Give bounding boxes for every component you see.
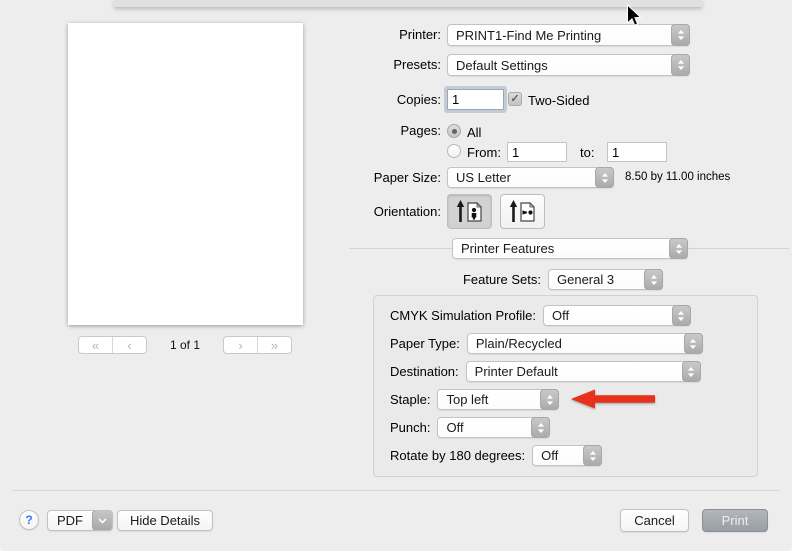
pager-back-control[interactable]: « ‹ bbox=[78, 336, 147, 354]
pages-from-radio[interactable] bbox=[447, 144, 461, 158]
staple-value: Top left bbox=[438, 390, 541, 409]
pages-to-input[interactable] bbox=[607, 142, 667, 162]
presets-popup[interactable]: Default Settings bbox=[447, 54, 690, 76]
print-dialog: « ‹ 1 of 1 › » Printer: PRINT1-Find Me P… bbox=[0, 0, 792, 551]
panel-selector-value: Printer Features bbox=[453, 239, 670, 258]
stepper-icon bbox=[672, 305, 691, 326]
last-page-button[interactable]: » bbox=[258, 337, 291, 353]
presets-popup-value: Default Settings bbox=[448, 55, 672, 75]
copies-input[interactable] bbox=[447, 89, 504, 110]
stepper-icon bbox=[671, 24, 690, 46]
printer-popup-value: PRINT1-Find Me Printing bbox=[448, 25, 672, 45]
paper-type-row: Paper Type: Plain/Recycled bbox=[390, 333, 703, 354]
stepper-icon bbox=[682, 361, 701, 382]
footer-divider bbox=[12, 490, 780, 491]
orientation-label: Orientation: bbox=[0, 201, 441, 223]
punch-popup[interactable]: Off bbox=[437, 417, 550, 438]
staple-popup[interactable]: Top left bbox=[437, 389, 559, 410]
stepper-icon bbox=[644, 269, 663, 290]
stepper-icon bbox=[671, 54, 690, 76]
orientation-portrait-button[interactable] bbox=[447, 194, 492, 229]
destination-label: Destination: bbox=[390, 364, 459, 379]
paper-dimensions-text: 8.50 by 11.00 inches bbox=[625, 167, 730, 188]
feature-sets-label: Feature Sets: bbox=[0, 269, 541, 290]
hide-details-button[interactable]: Hide Details bbox=[117, 510, 213, 531]
rotate-180-row: Rotate by 180 degrees: Off bbox=[390, 445, 602, 466]
printer-popup[interactable]: PRINT1-Find Me Printing bbox=[447, 24, 690, 46]
pdf-menu-label: PDF bbox=[48, 511, 92, 530]
stepper-icon bbox=[531, 417, 550, 438]
pager-forward-control[interactable]: › » bbox=[223, 336, 292, 354]
cmyk-simulation-label: CMYK Simulation Profile: bbox=[390, 308, 536, 323]
presets-label: Presets: bbox=[0, 54, 441, 76]
check-icon: ✓ bbox=[510, 94, 519, 105]
paper-size-label: Paper Size: bbox=[0, 167, 441, 189]
two-sided-label: Two-Sided bbox=[528, 93, 589, 108]
rotate-180-value: Off bbox=[533, 446, 584, 465]
punch-value: Off bbox=[438, 418, 532, 437]
stepper-icon bbox=[595, 167, 614, 188]
pages-all-radio[interactable] bbox=[447, 124, 461, 138]
feature-sets-popup-value: General 3 bbox=[549, 270, 645, 289]
page-indicator: 1 of 1 bbox=[147, 338, 223, 352]
stepper-icon bbox=[669, 238, 688, 259]
next-page-button[interactable]: › bbox=[224, 337, 258, 353]
copies-label: Copies: bbox=[0, 89, 441, 111]
cmyk-simulation-row: CMYK Simulation Profile: Off bbox=[390, 305, 691, 326]
paper-type-label: Paper Type: bbox=[390, 336, 460, 351]
stepper-icon bbox=[583, 445, 602, 466]
help-button[interactable]: ? bbox=[19, 510, 39, 530]
punch-label: Punch: bbox=[390, 420, 430, 435]
destination-popup[interactable]: Printer Default bbox=[466, 361, 701, 382]
paper-size-popup-value: US Letter bbox=[448, 168, 596, 187]
mouse-cursor bbox=[626, 4, 642, 28]
print-button[interactable]: Print bbox=[702, 509, 768, 532]
chevron-down-icon[interactable] bbox=[92, 510, 113, 531]
pages-from-input[interactable] bbox=[507, 142, 567, 162]
destination-row: Destination: Printer Default bbox=[390, 361, 701, 382]
paper-type-value: Plain/Recycled bbox=[468, 334, 685, 353]
staple-row: Staple: Top left bbox=[390, 389, 559, 410]
red-annotation-arrow bbox=[571, 388, 657, 410]
landscape-orientation-icon bbox=[509, 200, 537, 224]
destination-value: Printer Default bbox=[467, 362, 683, 381]
previous-page-button[interactable]: ‹ bbox=[113, 337, 146, 353]
printer-label: Printer: bbox=[0, 24, 441, 46]
two-sided-checkbox[interactable]: ✓ bbox=[508, 92, 522, 106]
pages-label: Pages: bbox=[0, 122, 441, 140]
punch-row: Punch: Off bbox=[390, 417, 550, 438]
rotate-180-popup[interactable]: Off bbox=[532, 445, 602, 466]
stepper-icon bbox=[684, 333, 703, 354]
pdf-menu-button[interactable]: PDF bbox=[47, 510, 113, 531]
pages-from-label: From: bbox=[467, 145, 501, 160]
feature-sets-popup[interactable]: General 3 bbox=[548, 269, 663, 290]
staple-label: Staple: bbox=[390, 392, 430, 407]
cmyk-simulation-popup[interactable]: Off bbox=[543, 305, 691, 326]
cmyk-simulation-value: Off bbox=[544, 306, 673, 325]
cancel-button[interactable]: Cancel bbox=[620, 509, 689, 532]
paper-size-popup[interactable]: US Letter bbox=[447, 167, 614, 188]
pages-to-label: to: bbox=[580, 145, 594, 160]
parent-window-edge bbox=[114, 0, 702, 7]
stepper-icon bbox=[540, 389, 559, 410]
paper-type-popup[interactable]: Plain/Recycled bbox=[467, 333, 703, 354]
first-page-button[interactable]: « bbox=[79, 337, 113, 353]
printer-features-group: CMYK Simulation Profile: Off Paper Type:… bbox=[373, 295, 758, 477]
pages-all-label: All bbox=[467, 125, 481, 140]
rotate-180-label: Rotate by 180 degrees: bbox=[390, 448, 525, 463]
portrait-orientation-icon bbox=[456, 200, 484, 224]
orientation-landscape-button[interactable] bbox=[500, 194, 545, 229]
panel-selector-popup[interactable]: Printer Features bbox=[452, 238, 688, 259]
